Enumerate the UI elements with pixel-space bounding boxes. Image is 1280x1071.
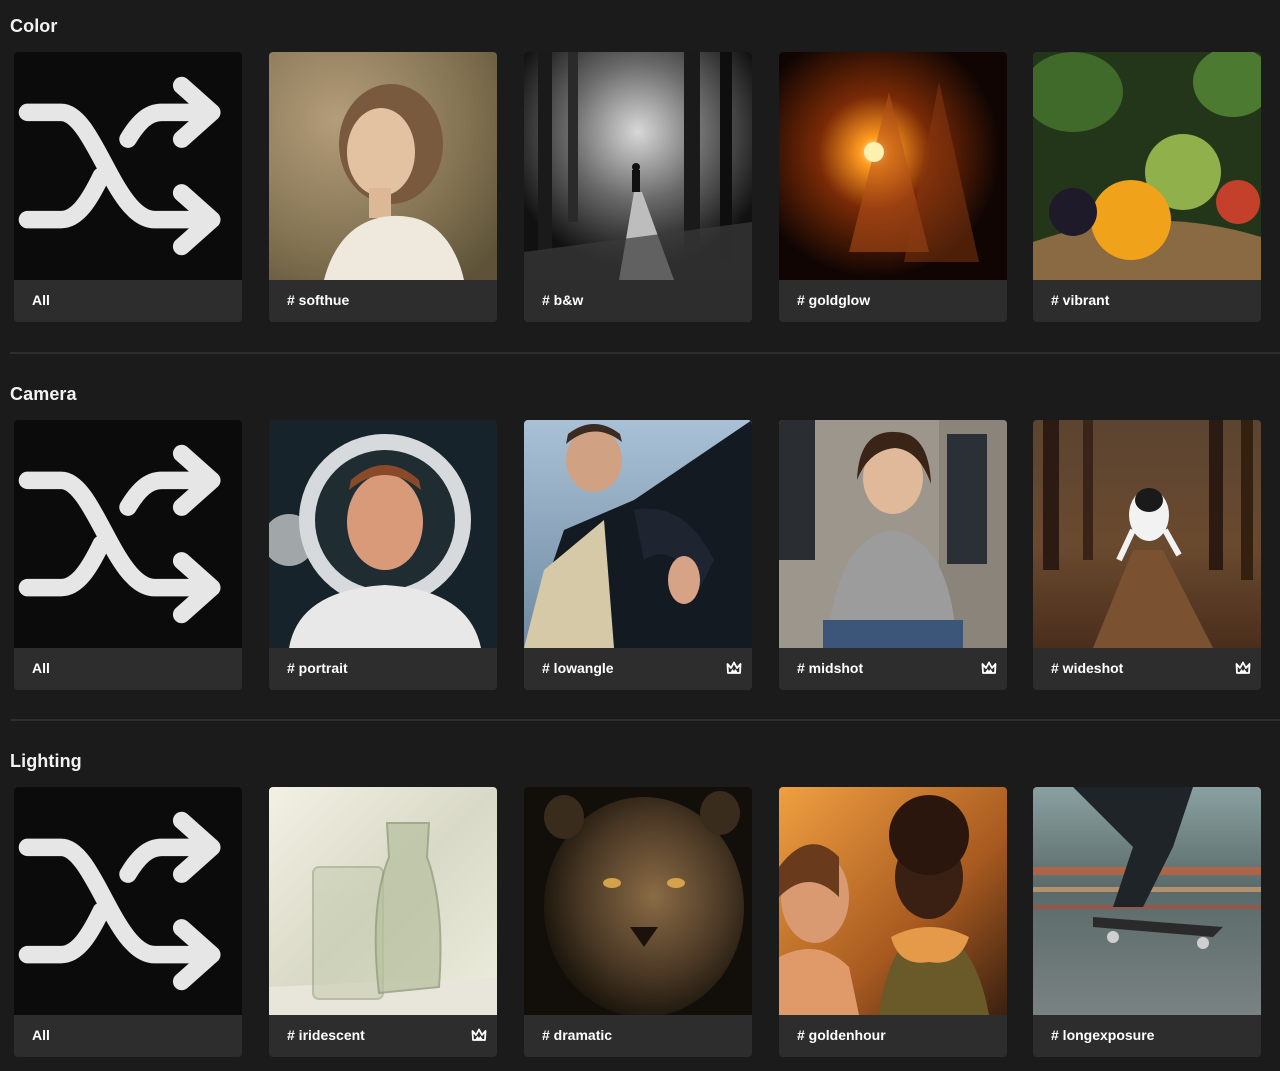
thumbnail-image — [524, 420, 752, 648]
card-row: All # portrait # lowangle # midshot # wi… — [14, 420, 1280, 690]
card-midshot[interactable]: # midshot — [779, 420, 1007, 690]
card-label: # longexposure — [1051, 1027, 1155, 1043]
crown-icon — [471, 1028, 487, 1041]
card-row: All # softhue # b&w # goldglow # vibrant — [14, 52, 1280, 322]
shuffle-tile — [14, 787, 242, 1015]
card-all-lighting[interactable]: All — [14, 787, 242, 1057]
thumbnail-image — [524, 52, 752, 280]
section-divider — [10, 352, 1280, 354]
crown-icon — [981, 661, 997, 674]
thumbnail-image — [779, 52, 1007, 280]
card-label: # wideshot — [1051, 660, 1124, 676]
shuffle-icon — [18, 76, 221, 256]
card-portrait[interactable]: # portrait — [269, 420, 497, 690]
thumbnail-image — [779, 787, 1007, 1015]
card-wideshot[interactable]: # wideshot — [1033, 420, 1261, 690]
card-label: All — [32, 292, 50, 308]
card-lowangle[interactable]: # lowangle — [524, 420, 752, 690]
card-vibrant[interactable]: # vibrant — [1033, 52, 1261, 322]
card-label: # midshot — [797, 660, 864, 676]
shuffle-icon — [18, 444, 221, 624]
section-title: Color — [10, 16, 58, 36]
card-label: # dramatic — [542, 1027, 613, 1043]
thumbnail-image — [524, 787, 752, 1015]
card-bw[interactable]: # b&w — [524, 52, 752, 322]
card-all-color[interactable]: All — [14, 52, 242, 322]
thumbnail-image — [779, 420, 1007, 648]
thumbnail-image — [1033, 52, 1261, 280]
card-label: # softhue — [287, 292, 350, 308]
card-label: # goldenhour — [797, 1027, 886, 1043]
card-longexposure[interactable]: # longexposure — [1033, 787, 1261, 1057]
thumbnail-image — [269, 420, 497, 648]
card-row: All # iridescent # dramatic # goldenhour… — [14, 787, 1280, 1057]
section-title: Lighting — [10, 751, 82, 771]
card-goldglow[interactable]: # goldglow — [779, 52, 1007, 322]
thumbnail-image — [269, 787, 497, 1015]
card-iridescent[interactable]: # iridescent — [269, 787, 497, 1057]
crown-icon — [1235, 661, 1251, 674]
thumbnail-image — [1033, 420, 1261, 648]
card-label: # lowangle — [542, 660, 614, 676]
section-title: Camera — [10, 384, 77, 404]
card-goldenhour[interactable]: # goldenhour — [779, 787, 1007, 1057]
crown-icon — [726, 661, 742, 674]
card-label: All — [32, 660, 50, 676]
thumbnail-image — [1033, 787, 1261, 1015]
shuffle-tile — [14, 52, 242, 280]
card-all-camera[interactable]: All — [14, 420, 242, 690]
card-label: # goldglow — [797, 292, 871, 308]
section-divider — [10, 719, 1280, 721]
card-label: # b&w — [542, 292, 584, 308]
thumbnail-image — [269, 52, 497, 280]
card-dramatic[interactable]: # dramatic — [524, 787, 752, 1057]
card-label: # iridescent — [287, 1027, 365, 1043]
card-label: All — [32, 1027, 50, 1043]
card-label: # portrait — [287, 660, 348, 676]
shuffle-tile — [14, 420, 242, 648]
shuffle-icon — [18, 811, 221, 991]
card-softhue[interactable]: # softhue — [269, 52, 497, 322]
card-label: # vibrant — [1051, 292, 1110, 308]
